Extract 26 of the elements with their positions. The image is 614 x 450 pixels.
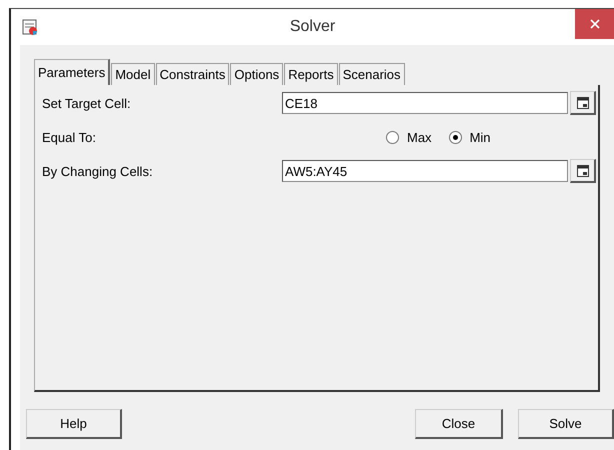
field-label: By Changing Cells: bbox=[41, 164, 154, 178]
dialog-button[interactable]: Help bbox=[26, 409, 122, 439]
radio-button[interactable] bbox=[448, 130, 462, 144]
range-select-icon bbox=[576, 164, 590, 178]
tab[interactable]: Model bbox=[111, 63, 155, 85]
dialog-button[interactable]: Close bbox=[415, 409, 503, 439]
dialog-button[interactable]: Solve bbox=[518, 409, 614, 439]
radio-label[interactable]: Max bbox=[407, 130, 432, 144]
input-field[interactable]: CE18 bbox=[282, 92, 568, 114]
range-select-icon bbox=[576, 96, 590, 110]
radio-label[interactable]: Min bbox=[470, 130, 491, 144]
field-label: Equal To: bbox=[41, 130, 97, 144]
range-select-button[interactable] bbox=[570, 91, 596, 115]
radio-button[interactable] bbox=[386, 130, 399, 144]
tab[interactable]: Options bbox=[230, 63, 284, 85]
window-title: Solver bbox=[290, 18, 336, 36]
field-label: Set Target Cell: bbox=[41, 96, 132, 110]
close-icon bbox=[590, 19, 600, 29]
range-select-button[interactable] bbox=[570, 159, 596, 183]
close-button[interactable] bbox=[575, 9, 614, 39]
tab[interactable]: Parameters bbox=[34, 59, 110, 85]
app-icon bbox=[22, 19, 38, 35]
tab[interactable]: Reports bbox=[284, 63, 338, 85]
tab[interactable]: Scenarios bbox=[338, 63, 405, 85]
input-field[interactable]: AW5:AY45 bbox=[282, 160, 568, 182]
tab[interactable]: Constraints bbox=[156, 63, 230, 85]
